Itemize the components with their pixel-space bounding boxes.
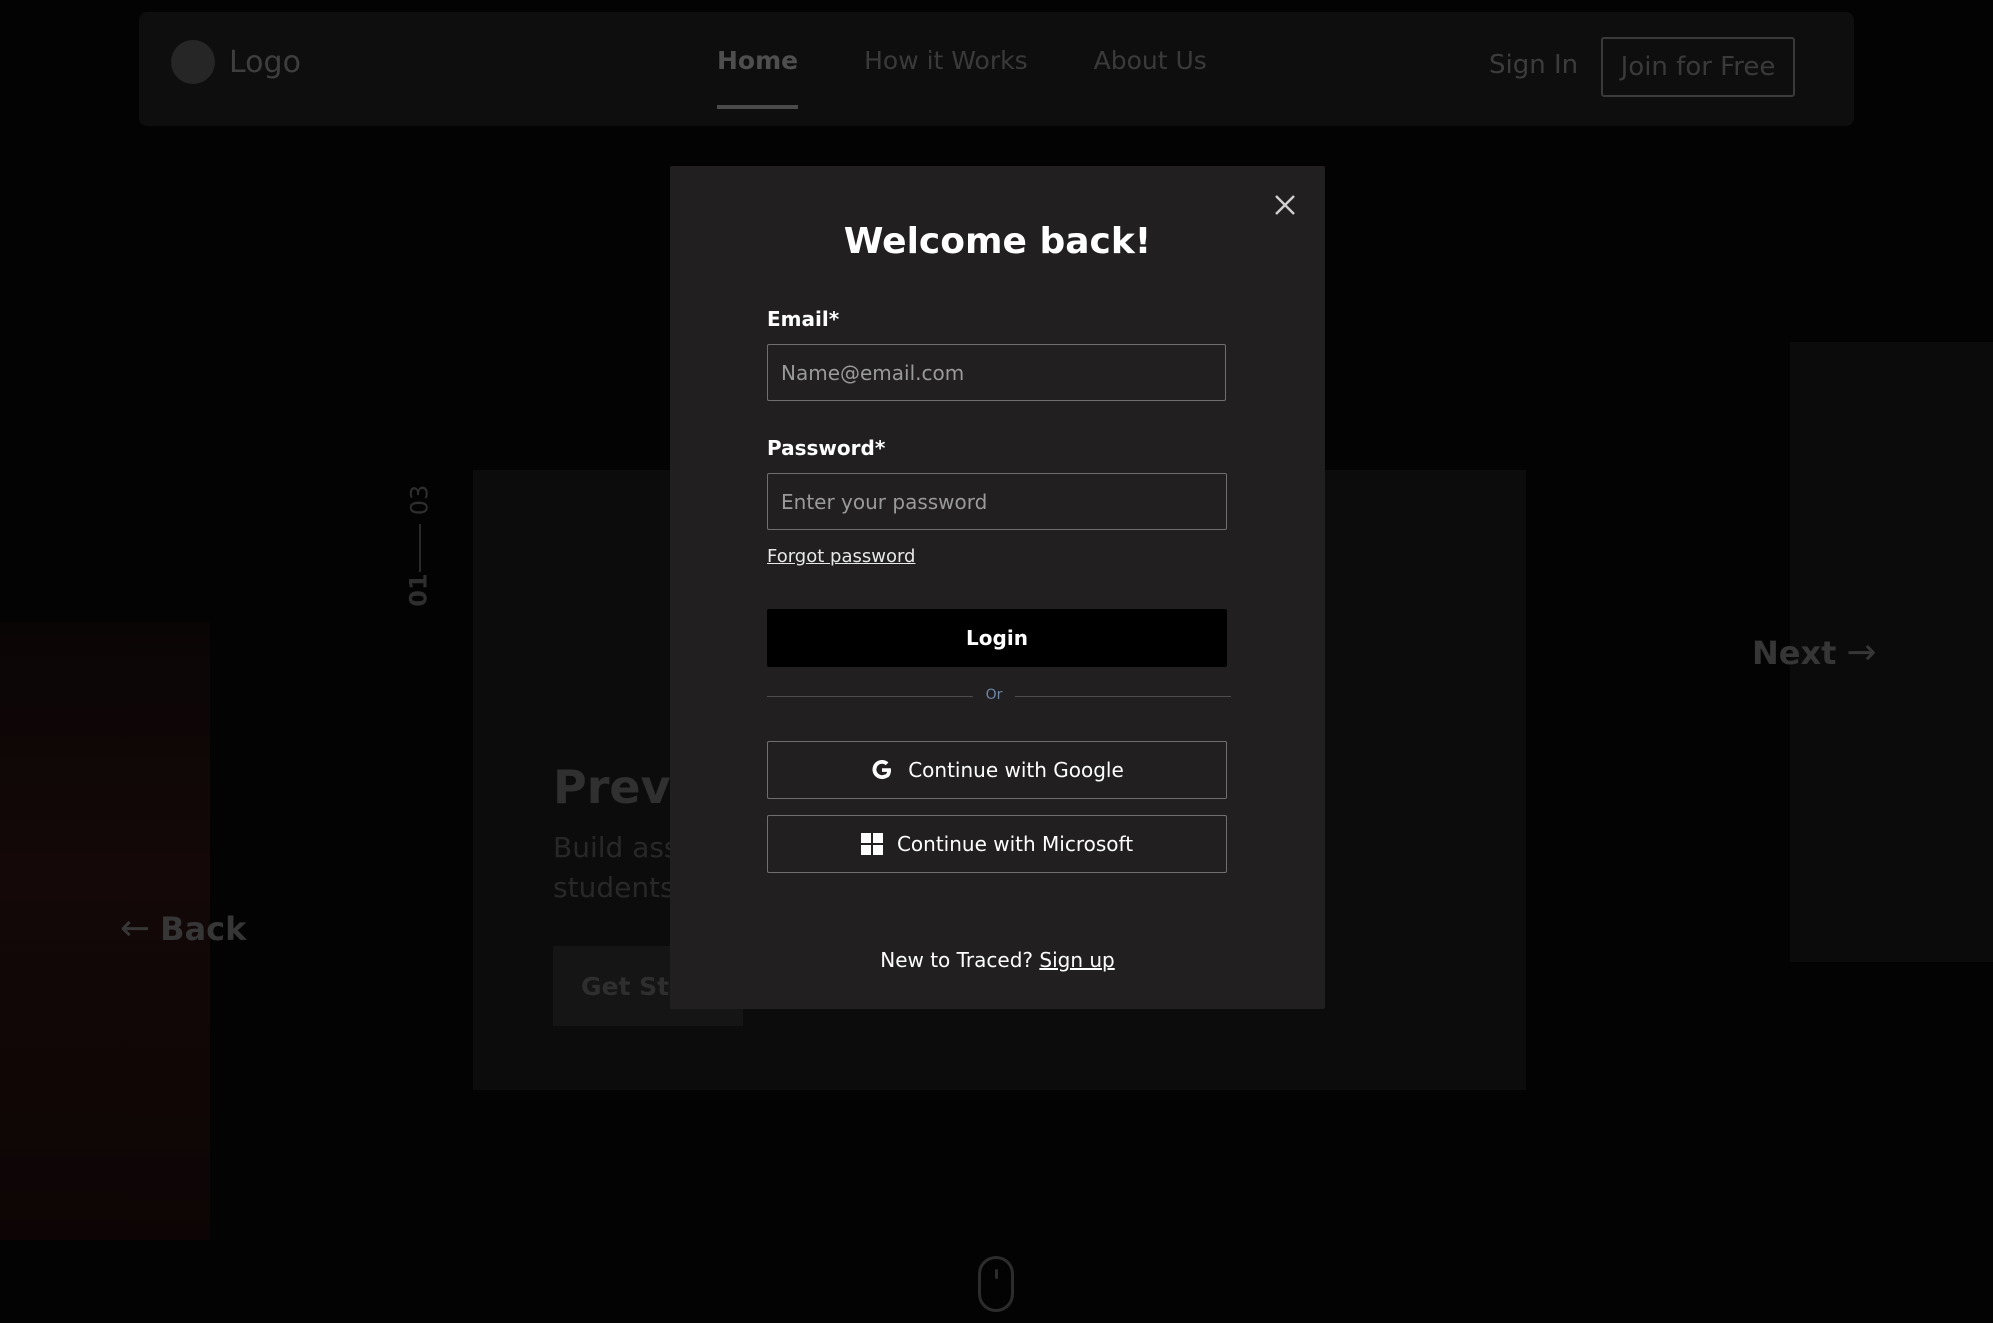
microsoft-button-label: Continue with Microsoft: [896, 832, 1134, 856]
join-for-free-button[interactable]: Join for Free: [1601, 37, 1795, 97]
signup-prompt: New to Traced?: [880, 948, 1034, 972]
arrow-left-icon: ←: [120, 908, 151, 949]
close-icon: [1275, 195, 1295, 215]
password-input[interactable]: [767, 473, 1227, 530]
slide-current: 01: [404, 573, 433, 607]
nav-links: Home How it Works About Us: [717, 46, 1273, 109]
divider-line-right: [1015, 696, 1231, 697]
page: Logo Home How it Works About Us Sign In …: [0, 0, 1993, 1323]
divider-text: Or: [985, 687, 1003, 703]
forgot-password-link[interactable]: Forgot password: [767, 546, 915, 567]
top-navbar: Logo Home How it Works About Us Sign In …: [139, 12, 1854, 126]
login-button[interactable]: Login: [767, 609, 1227, 667]
hero-description: Build assi students: [553, 828, 686, 908]
email-label: Email*: [767, 307, 840, 331]
logo-text: Logo: [229, 44, 301, 80]
nav-link-about-us[interactable]: About Us: [1094, 46, 1207, 95]
logo-circle-icon: [171, 40, 215, 84]
nav-link-home[interactable]: Home: [717, 46, 799, 109]
arrow-right-icon: →: [1846, 632, 1877, 673]
sign-in-link[interactable]: Sign In: [1489, 50, 1578, 80]
google-button-label: Continue with Google: [908, 758, 1124, 782]
signup-row: New to Traced? Sign up: [670, 948, 1325, 972]
login-modal: Welcome back! Email* Password* Forgot pa…: [670, 166, 1325, 1009]
continue-with-google-button[interactable]: Continue with Google: [767, 741, 1227, 799]
google-icon: [870, 758, 894, 782]
or-divider: Or: [767, 687, 1231, 707]
scroll-mouse-icon: [978, 1256, 1014, 1312]
password-label: Password*: [767, 436, 886, 460]
modal-title: Welcome back!: [843, 221, 1152, 262]
microsoft-icon: [860, 833, 883, 855]
logo[interactable]: Logo: [171, 40, 301, 84]
slide-counter: 03 01: [390, 480, 450, 620]
hero-description-line1: Build assi: [553, 831, 687, 864]
slide-total: 03: [405, 484, 434, 516]
next-label: Next: [1752, 633, 1837, 672]
back-label: Back: [160, 909, 247, 948]
next-button[interactable]: Next →: [1752, 632, 1877, 673]
divider-line-left: [767, 696, 973, 697]
close-button[interactable]: [1268, 188, 1302, 222]
hero-description-line2: students: [553, 871, 675, 904]
email-input[interactable]: [767, 344, 1226, 401]
nav-link-how-it-works[interactable]: How it Works: [864, 46, 1028, 95]
slide-counter-line: [419, 524, 421, 572]
back-button[interactable]: ← Back: [120, 908, 246, 949]
continue-with-microsoft-button[interactable]: Continue with Microsoft: [767, 815, 1227, 873]
sign-up-link[interactable]: Sign up: [1039, 948, 1114, 972]
